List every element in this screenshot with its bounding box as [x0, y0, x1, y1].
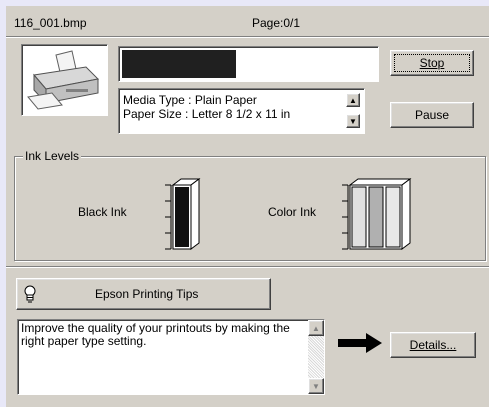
- details-button-label: Details...: [409, 338, 457, 352]
- media-info-box[interactable]: Media Type : Plain Paper Paper Size : Le…: [118, 88, 365, 134]
- black-ink-level: [175, 187, 189, 247]
- printer-icon-frame: [21, 44, 108, 116]
- media-info-scroll-up[interactable]: ▲: [346, 93, 360, 107]
- magenta-ink-level: [368, 186, 384, 248]
- epson-printing-tips-button[interactable]: Epson Printing Tips: [16, 278, 271, 310]
- page: { "header": { "filename": "116_001.bmp",…: [0, 0, 489, 407]
- ink-levels-title: Ink Levels: [23, 149, 82, 163]
- pause-button-label: Pause: [414, 108, 450, 122]
- printer-icon: [27, 50, 100, 110]
- color-ink-cartridge: [342, 178, 412, 250]
- black-ink-cartridge: [165, 178, 201, 250]
- stop-button[interactable]: Stop: [390, 50, 474, 76]
- stop-button-label: Stop: [419, 56, 445, 70]
- print-progress-bar: [118, 46, 379, 82]
- scroll-down-icon: ▼: [312, 381, 320, 391]
- tips-scroll-down[interactable]: ▼: [308, 378, 324, 394]
- lightbulb-icon: [24, 285, 36, 303]
- filename-label: 116_001.bmp: [14, 16, 87, 30]
- tips-text-box[interactable]: Improve the quality of your printouts by…: [17, 319, 325, 395]
- black-ink-label: Black Ink: [78, 205, 127, 219]
- scroll-up-icon: ▲: [349, 95, 357, 105]
- header-divider: [6, 36, 489, 38]
- scroll-down-icon: ▼: [349, 116, 357, 126]
- tips-scrollbar[interactable]: ▲ ▼: [308, 320, 324, 394]
- yellow-ink-level: [385, 186, 401, 248]
- media-type-text: Media Type : Plain Paper: [123, 93, 257, 107]
- pause-button[interactable]: Pause: [390, 102, 474, 128]
- page-status-label: Page:0/1: [252, 16, 301, 30]
- cyan-ink-level: [351, 186, 367, 248]
- ink-levels-group: Ink Levels Black Ink Color Ink: [14, 149, 486, 261]
- tips-divider: [6, 266, 489, 268]
- color-ink-label: Color Ink: [268, 205, 317, 219]
- media-info-scroll-down[interactable]: ▼: [346, 114, 360, 128]
- paper-size-text: Paper Size : Letter 8 1/2 x 11 in: [123, 107, 291, 121]
- arrow-right-icon: [338, 333, 382, 353]
- scroll-up-icon: ▲: [312, 323, 320, 333]
- print-progress-fill: [122, 50, 236, 78]
- tips-text: Improve the quality of your printouts by…: [21, 321, 290, 348]
- printer-status-window: 116_001.bmp Page:0/1 Media Type : Plain …: [6, 6, 489, 407]
- epson-printing-tips-label: Epson Printing Tips: [95, 287, 199, 301]
- tips-scroll-up[interactable]: ▲: [308, 320, 324, 336]
- details-button[interactable]: Details...: [390, 332, 476, 358]
